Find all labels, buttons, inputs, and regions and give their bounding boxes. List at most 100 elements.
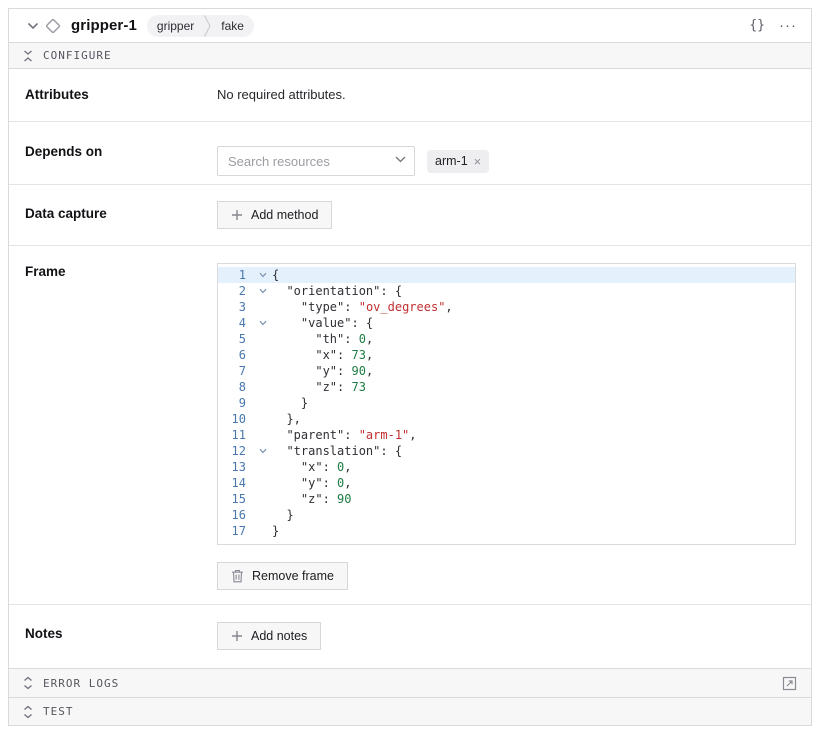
fold-spacer: [254, 523, 272, 539]
fold-spacer: [254, 299, 272, 315]
code-line[interactable]: 3 "type": "ov_degrees",: [218, 299, 795, 315]
fold-spacer: [254, 331, 272, 347]
depends-search-input[interactable]: [217, 146, 415, 176]
code-line[interactable]: 8 "z": 73: [218, 379, 795, 395]
json-mode-icon[interactable]: {}: [749, 18, 765, 33]
frame-code-editor[interactable]: 1{2 "orientation": {3 "type": "ov_degree…: [217, 263, 796, 545]
line-number: 8: [218, 379, 254, 395]
add-method-label: Add method: [251, 208, 318, 222]
notes-section: Notes Add notes: [9, 605, 811, 668]
badge-type: gripper: [147, 15, 204, 37]
overflow-menu-icon[interactable]: ···: [779, 21, 797, 31]
line-number: 10: [218, 411, 254, 427]
code-text: {: [272, 267, 279, 283]
remove-dependency-icon[interactable]: ×: [474, 155, 482, 168]
code-text: "y": 90,: [272, 363, 373, 379]
code-text: "value": {: [272, 315, 373, 331]
line-number: 3: [218, 299, 254, 315]
code-text: "translation": {: [272, 443, 402, 459]
add-notes-label: Add notes: [251, 629, 307, 643]
depends-on-section: Depends on arm-1 ×: [9, 122, 811, 185]
fold-chevron-icon[interactable]: [254, 315, 272, 331]
test-bar[interactable]: TEST: [9, 697, 811, 725]
fold-spacer: [254, 347, 272, 363]
code-line[interactable]: 4 "value": {: [218, 315, 795, 331]
code-text: "type": "ov_degrees",: [272, 299, 453, 315]
code-text: "z": 90: [272, 491, 352, 507]
line-number: 16: [218, 507, 254, 523]
fold-spacer: [254, 459, 272, 475]
fold-spacer: [254, 507, 272, 523]
line-number: 7: [218, 363, 254, 379]
code-line[interactable]: 12 "translation": {: [218, 443, 795, 459]
footer-bars: ERROR LOGS TEST: [9, 668, 811, 725]
expand-vertical-icon: [23, 705, 33, 719]
dependency-chip[interactable]: arm-1 ×: [427, 150, 489, 173]
code-line[interactable]: 1{: [218, 267, 795, 283]
fold-chevron-icon[interactable]: [254, 283, 272, 299]
trash-icon: [231, 569, 244, 583]
code-line[interactable]: 13 "x": 0,: [218, 459, 795, 475]
attributes-section: Attributes No required attributes.: [9, 69, 811, 122]
code-text: }: [272, 507, 294, 523]
add-notes-button[interactable]: Add notes: [217, 622, 321, 650]
open-external-icon[interactable]: [782, 676, 797, 691]
collapse-chevron-icon[interactable]: [23, 16, 43, 36]
fold-spacer: [254, 427, 272, 443]
code-text: }: [272, 395, 308, 411]
frame-section: Frame 1{2 "orientation": {3 "type": "ov_…: [9, 246, 811, 605]
line-number: 2: [218, 283, 254, 299]
frame-label: Frame: [9, 246, 217, 604]
line-number: 11: [218, 427, 254, 443]
expand-vertical-icon: [23, 676, 33, 690]
code-line[interactable]: 2 "orientation": {: [218, 283, 795, 299]
configure-bar-label: CONFIGURE: [43, 49, 112, 62]
badge-divider-icon: [204, 15, 211, 37]
configure-section-bar[interactable]: CONFIGURE: [9, 43, 811, 69]
attributes-label: Attributes: [9, 69, 217, 121]
line-number: 6: [218, 347, 254, 363]
component-title: gripper-1: [71, 17, 137, 34]
code-text: "th": 0,: [272, 331, 373, 347]
code-text: "z": 73: [272, 379, 366, 395]
code-line[interactable]: 11 "parent": "arm-1",: [218, 427, 795, 443]
code-line[interactable]: 17}: [218, 523, 795, 539]
add-method-button[interactable]: Add method: [217, 201, 332, 229]
error-logs-bar[interactable]: ERROR LOGS: [9, 669, 811, 697]
fold-chevron-icon[interactable]: [254, 443, 272, 459]
line-number: 17: [218, 523, 254, 539]
fold-spacer: [254, 395, 272, 411]
code-text: "orientation": {: [272, 283, 402, 299]
component-diamond-icon: [43, 16, 63, 36]
code-line[interactable]: 7 "y": 90,: [218, 363, 795, 379]
line-number: 5: [218, 331, 254, 347]
badge-model: fake: [211, 15, 254, 37]
data-capture-label: Data capture: [9, 185, 217, 245]
plus-icon: [231, 209, 243, 221]
code-line[interactable]: 16 }: [218, 507, 795, 523]
fold-spacer: [254, 491, 272, 507]
collapse-vertical-icon: [23, 49, 33, 63]
code-text: "x": 0,: [272, 459, 352, 475]
code-line[interactable]: 5 "th": 0,: [218, 331, 795, 347]
notes-label: Notes: [9, 605, 217, 668]
code-line[interactable]: 10 },: [218, 411, 795, 427]
code-line[interactable]: 14 "y": 0,: [218, 475, 795, 491]
code-text: "parent": "arm-1",: [272, 427, 417, 443]
code-text: }: [272, 523, 279, 539]
error-logs-label: ERROR LOGS: [43, 677, 119, 690]
code-text: },: [272, 411, 301, 427]
line-number: 12: [218, 443, 254, 459]
fold-spacer: [254, 379, 272, 395]
code-line[interactable]: 9 }: [218, 395, 795, 411]
fold-chevron-icon[interactable]: [254, 267, 272, 283]
remove-frame-button[interactable]: Remove frame: [217, 562, 348, 590]
component-type-badges: gripper fake: [147, 15, 254, 37]
plus-icon: [231, 630, 243, 642]
test-label: TEST: [43, 705, 74, 718]
code-text: "x": 73,: [272, 347, 373, 363]
component-card: gripper-1 gripper fake {} ··· CONFIGURE …: [8, 8, 812, 726]
component-header: gripper-1 gripper fake {} ···: [9, 9, 811, 43]
code-line[interactable]: 15 "z": 90: [218, 491, 795, 507]
code-line[interactable]: 6 "x": 73,: [218, 347, 795, 363]
